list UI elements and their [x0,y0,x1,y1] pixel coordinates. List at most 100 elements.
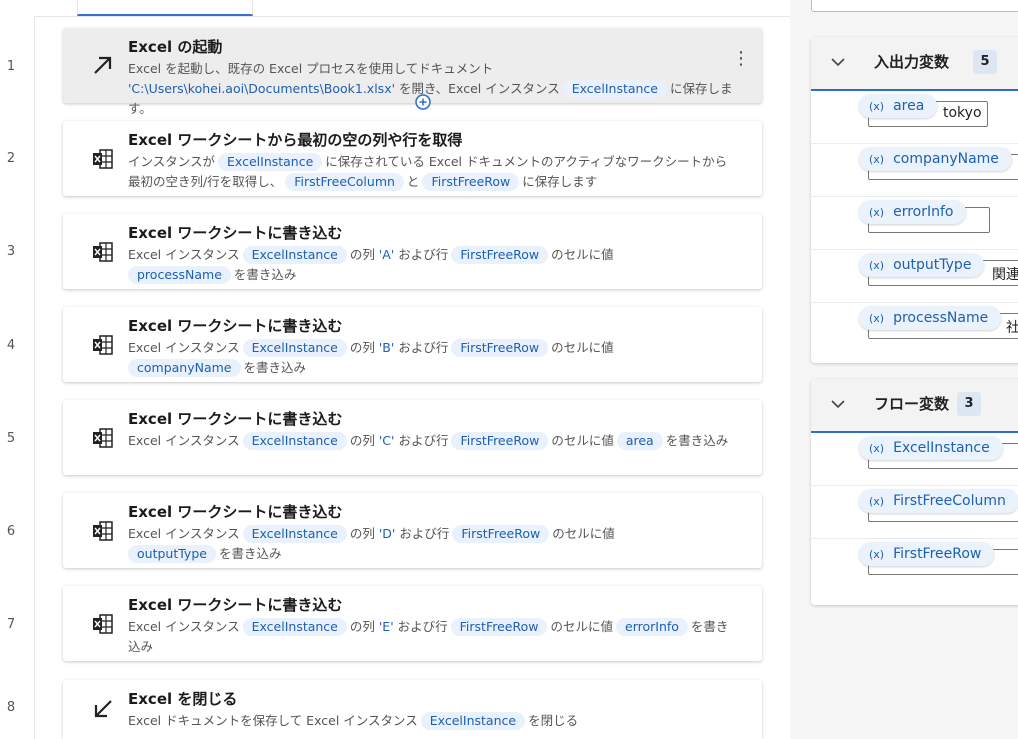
action-title: Excel の起動 [128,38,223,56]
variable-pill[interactable]: (x) errorInfo [859,200,967,224]
variable-name: ExcelInstance [893,440,990,456]
variable-name: FirstFreeRow [893,546,982,562]
pane-title: フロー変数 [874,395,950,413]
action-description: Excel インスタンス ExcelInstance の列 'E' および行 Firs… [128,618,729,654]
io-variables-header[interactable]: 入出力変数 5 [811,37,1018,91]
variable-item[interactable]: (x) ExcelInstance [811,433,1018,486]
variables-search-input[interactable] [811,0,1018,12]
excel-sheet-icon [91,333,115,357]
variable-token: area [616,432,663,450]
variable-count-badge: 3 [957,392,981,416]
variable-x-icon: (x) [869,206,885,219]
io-variables-pane: 入出力変数 5 tokyo (x) area (x) companyName (x)… [811,37,1018,363]
action-card-write-e[interactable]: Excel ワークシートに書き込む Excel インスタンス ExcelInsta… [63,586,762,661]
flow-designer-canvas: 1 2 3 4 5 6 7 8 Excel の起動 Excel を起動し、既存の… [0,0,790,739]
variable-token: FirstFreeRow [451,246,549,264]
variable-token: FirstFreeRow [422,173,520,191]
variable-item[interactable]: (x) FirstFreeColumn [811,486,1018,539]
excel-sheet-icon [91,426,115,450]
action-card-write-a[interactable]: Excel ワークシートに書き込む Excel インスタンス ExcelInsta… [63,214,762,289]
variable-token: ExcelInstance [562,80,667,98]
pane-title: 入出力変数 [874,53,950,71]
action-card-write-b[interactable]: Excel ワークシートに書き込む Excel インスタンス ExcelInsta… [63,307,762,382]
action-description: Excel ドキュメントを保存して Excel インスタンス ExcelInsta… [128,712,579,730]
action-card-close-excel[interactable]: Excel を閉じる Excel ドキュメントを保存して Excel インスタン… [63,680,762,739]
variable-token: ExcelInstance [242,432,347,450]
action-card-write-c[interactable]: Excel ワークシートに書き込む Excel インスタンス ExcelInsta… [63,400,762,475]
action-title: Excel ワークシートに書き込む [128,410,343,428]
variable-name: outputType [893,257,972,273]
variable-token: companyName [128,359,241,377]
variable-value: 社 [1006,320,1018,336]
line-number: 5 [6,431,16,446]
variable-item[interactable]: (x) FirstFreeRow [811,539,1018,591]
variable-pill[interactable]: (x) FirstFreeRow [859,542,995,566]
variable-x-icon: (x) [869,153,885,166]
variable-pill[interactable]: (x) companyName [859,147,1012,171]
variable-pill[interactable]: (x) processName [859,306,1002,330]
add-action-icon[interactable] [415,94,431,110]
action-description: Excel インスタンス ExcelInstance の列 'D' および行 Firs… [128,525,615,563]
flow-variables-header[interactable]: フロー変数 3 [811,379,1018,433]
action-card-launch-excel[interactable]: Excel の起動 Excel を起動し、既存の Excel プロセスを使用して… [63,28,762,116]
action-title: Excel ワークシートに書き込む [128,224,343,242]
variable-x-icon: (x) [869,259,885,272]
variable-item[interactable]: 社 (x) processName [811,303,1018,355]
variable-name: area [893,98,925,114]
close-arrow-icon [91,697,115,721]
variable-pill[interactable]: (x) ExcelInstance [859,436,1003,460]
variable-item[interactable]: 関連 (x) outputType [811,250,1018,303]
variable-value: tokyo [943,105,982,121]
variable-name: processName [893,310,989,326]
variable-item[interactable]: (x) companyName [811,144,1018,197]
flow-variables-pane: フロー変数 3 (x) ExcelInstance (x) FirstFreeCol… [811,379,1018,605]
action-title: Excel ワークシートに書き込む [128,503,343,521]
line-number: 6 [6,524,16,539]
variable-token: ExcelInstance [242,525,347,543]
variable-x-icon: (x) [869,442,885,455]
variable-token: ExcelInstance [242,339,347,357]
variable-pill[interactable]: (x) area [859,94,938,118]
variable-x-icon: (x) [869,100,885,113]
action-card-write-d[interactable]: Excel ワークシートに書き込む Excel インスタンス ExcelInsta… [63,493,762,568]
variable-name: FirstFreeColumn [893,493,1006,509]
excel-sheet-icon [91,147,115,171]
variable-item[interactable]: (x) errorInfo [811,197,1018,250]
variable-pill[interactable]: (x) FirstFreeColumn [859,489,1018,513]
variable-token: FirstFreeRow [451,339,549,357]
line-number: 4 [6,338,16,353]
variable-token: ExcelInstance [242,618,347,636]
variable-pill[interactable]: (x) outputType [859,253,985,277]
action-card-get-first-free[interactable]: Excel ワークシートから最初の空の列や行を取得 インスタンスが ExcelIn… [63,121,762,196]
variable-token: outputType [128,545,216,563]
tab-main[interactable] [77,0,253,16]
excel-sheet-icon [91,612,115,636]
action-description: Excel インスタンス ExcelInstance の列 'A' および行 Firs… [128,246,614,284]
action-description: Excel インスタンス ExcelInstance の列 'C' および行 Firs… [128,432,729,450]
action-description: インスタンスが ExcelInstance に保存されている Excel ドキュメン… [128,153,728,191]
action-title: Excel ワークシートに書き込む [128,317,343,335]
excel-sheet-icon [91,519,115,543]
variable-token: FirstFreeColumn [285,173,404,191]
excel-sheet-icon [91,240,115,264]
line-number: 3 [6,244,16,259]
variable-count-badge: 5 [973,50,997,74]
variable-item[interactable]: tokyo (x) area [811,91,1018,144]
chevron-down-icon[interactable] [831,55,845,69]
variable-name: errorInfo [893,204,954,220]
line-number-gutter: 1 2 3 4 5 6 7 8 [0,16,35,739]
action-description: Excel を起動し、既存の Excel プロセスを使用してドキュメント 'C:… [128,61,733,116]
line-number: 7 [6,617,16,632]
variable-value: 関連 [992,267,1018,283]
line-number: 8 [6,700,16,715]
file-path-literal: 'C:\Users\kohei.aoi\Documents\Book1.xlsx… [128,81,396,96]
chevron-down-icon[interactable] [831,397,845,411]
more-options-icon[interactable]: ⋮ [732,50,750,68]
variable-name: companyName [893,151,999,167]
variable-token: FirstFreeRow [452,525,550,543]
variable-token: processName [128,266,231,284]
action-description: Excel インスタンス ExcelInstance の列 'B' および行 Firs… [128,339,614,377]
action-title: Excel ワークシートから最初の空の列や行を取得 [128,131,463,149]
launch-arrow-icon [91,53,115,77]
line-number: 2 [6,151,16,166]
